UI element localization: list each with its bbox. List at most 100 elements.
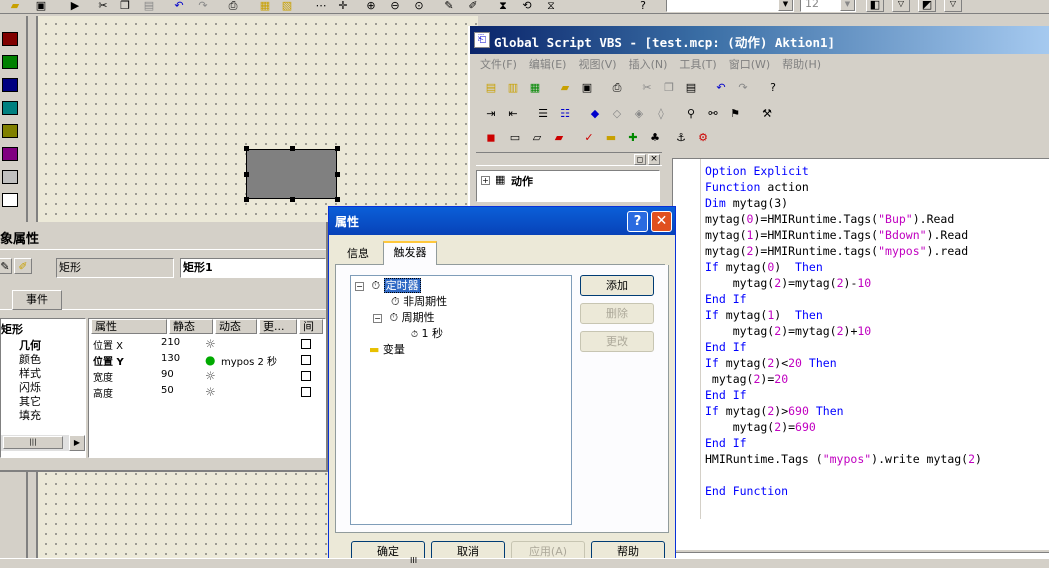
property-name[interactable]: 高度 — [93, 385, 113, 400]
cut-icon[interactable]: ✂ — [638, 79, 656, 95]
checkbox[interactable] — [301, 355, 311, 365]
menu-item[interactable]: 窗口(W) — [729, 56, 770, 74]
undo-icon[interactable]: ↶ — [170, 0, 188, 13]
code-line[interactable]: End If — [705, 291, 982, 307]
zoom-in-icon[interactable]: ⊕ — [362, 0, 380, 13]
code-line[interactable]: mytag(0)=HMIRuntime.Tags("Bup").Read — [705, 211, 982, 227]
panel-icon[interactable]: ▭ — [506, 129, 524, 145]
grid-icon[interactable]: ⋯ — [312, 0, 330, 13]
selection-handle[interactable] — [335, 197, 340, 202]
chevron-down-icon[interactable]: ▼ — [840, 0, 855, 11]
property-dynamic[interactable]: mypos 2 秒 — [221, 353, 277, 368]
open-icon[interactable]: ▰ — [6, 0, 24, 13]
selection-handle[interactable] — [290, 146, 295, 151]
context-help-icon[interactable]: ? — [764, 79, 782, 95]
code-line[interactable]: End If — [705, 339, 982, 355]
selection-handle[interactable] — [244, 197, 249, 202]
code-line[interactable]: mytag(2)=mytag(2)-10 — [705, 275, 982, 291]
color-swatch[interactable] — [2, 32, 18, 46]
property-name[interactable]: 位置 Y — [93, 353, 124, 368]
change-button[interactable]: 更改 — [580, 331, 654, 352]
layer2-icon[interactable]: ▧ — [278, 0, 296, 13]
property-name[interactable]: 位置 X — [93, 337, 123, 352]
code-line[interactable]: Option Explicit — [705, 163, 982, 179]
code-line[interactable]: mytag(2)=mytag(2)+10 — [705, 323, 982, 339]
pin-icon[interactable]: ✎ — [0, 258, 12, 274]
open-icon[interactable]: ▰ — [556, 79, 574, 95]
lightbulb-icon[interactable]: ☼ — [205, 385, 216, 399]
code-line[interactable]: mytag(2)=690 — [705, 419, 982, 435]
tag2-icon[interactable]: ▰ — [550, 129, 568, 145]
cut-icon[interactable]: ✂ — [94, 0, 112, 13]
dropdown-icon[interactable]: ▽ — [892, 0, 910, 12]
property-static[interactable]: 50 — [161, 385, 174, 396]
zoom-out-icon[interactable]: ⊖ — [386, 0, 404, 13]
code-line[interactable]: Function action — [705, 179, 982, 195]
menu-item[interactable]: 插入(N) — [629, 56, 668, 74]
code-line[interactable]: End Function — [705, 483, 982, 499]
font-name-combo[interactable]: ▼ — [666, 0, 794, 12]
layer-icon[interactable]: ▦ — [256, 0, 274, 13]
info-icon[interactable]: ▬ — [602, 129, 620, 145]
restore-icon[interactable]: ◻ — [634, 154, 646, 165]
help-icon[interactable]: ? — [634, 0, 652, 13]
new-action-icon[interactable]: ▥ — [504, 79, 522, 95]
bottom-scrollbar[interactable]: III — [0, 556, 1049, 568]
property-static[interactable]: 130 — [161, 353, 180, 364]
code-line[interactable]: Dim mytag(3) — [705, 195, 982, 211]
selection-handle[interactable] — [290, 197, 295, 202]
checkbox[interactable] — [301, 339, 311, 349]
menu-item[interactable]: 帮助(H) — [782, 56, 821, 74]
tree-item[interactable]: 填充 — [19, 407, 41, 423]
code-line[interactable]: mytag(1)=HMIRuntime.Tags("Bdown").Read — [705, 227, 982, 243]
tag-icon[interactable]: ▱ — [528, 129, 546, 145]
property-static[interactable]: 210 — [161, 337, 180, 348]
color-swatch[interactable] — [2, 170, 18, 184]
new-function-icon[interactable]: ▦ — [526, 79, 544, 95]
horizontal-scrollbar[interactable]: ||| ▶ — [1, 435, 85, 451]
delete-button[interactable]: 删除 — [580, 303, 654, 324]
flip-icon[interactable]: ⧖ — [542, 0, 560, 13]
zoom-fit-icon[interactable]: ⊙ — [410, 0, 428, 13]
print-icon[interactable]: ⎙ — [608, 79, 626, 95]
grid-header[interactable]: 间 — [299, 319, 323, 334]
code-line[interactable]: If mytag(2)<20 Then — [705, 355, 982, 371]
object-name-field[interactable]: 矩形1 — [180, 258, 326, 278]
save-icon[interactable]: ▣ — [578, 79, 596, 95]
code-line[interactable]: If mytag(2)>690 Then — [705, 403, 982, 419]
pen2-icon[interactable]: ✐ — [464, 0, 482, 13]
grid-header[interactable]: 动态 — [215, 319, 257, 334]
paste-icon[interactable]: ▤ — [140, 0, 158, 13]
tree-onesec-row[interactable]: ⏱ 1 秒 — [411, 326, 443, 342]
check-icon[interactable]: ✓ — [580, 129, 598, 145]
code-text[interactable]: Option Explicit Function action Dim mytag(… — [705, 163, 982, 499]
collapse-icon[interactable]: − — [355, 281, 364, 291]
code-editor[interactable]: Option Explicit Function action Dim mytag(… — [672, 158, 1049, 550]
tab-events[interactable]: 事件 — [12, 290, 62, 310]
property-static[interactable]: 90 — [161, 369, 174, 380]
tab-info[interactable]: 信息 — [337, 245, 379, 265]
scroll-marker[interactable]: III — [410, 556, 417, 565]
tree-timer[interactable]: 定时器 — [383, 278, 421, 293]
rotate-icon[interactable]: ⟲ — [518, 0, 536, 13]
color-swatch[interactable] — [2, 193, 18, 207]
expand-icon[interactable]: + — [481, 176, 490, 185]
lightbulb-icon[interactable]: ☼ — [205, 369, 216, 383]
tree-root[interactable]: 矩形 — [1, 321, 23, 337]
bookmark-clear-icon[interactable]: ◊ — [652, 105, 670, 121]
border-icon[interactable]: ◧ — [866, 0, 884, 12]
checkbox[interactable] — [301, 387, 311, 397]
code-line[interactable]: If mytag(1) Then — [705, 307, 982, 323]
run-icon[interactable]: ▶ — [66, 0, 84, 13]
dialog-help-icon[interactable]: ? — [627, 211, 648, 232]
font-size-combo[interactable]: 12 ▼ — [800, 0, 856, 12]
close-icon[interactable]: × — [648, 154, 660, 165]
dropdown-icon[interactable]: ▽ — [944, 0, 962, 12]
code-line[interactable]: End If — [705, 435, 982, 451]
dialog-close-icon[interactable]: ✕ — [651, 211, 672, 232]
code-line[interactable]: mytag(2)=20 — [705, 371, 982, 387]
tree-variable-row[interactable]: ▬ 变量 — [369, 342, 405, 358]
color-swatch[interactable] — [2, 55, 18, 69]
redo-icon[interactable]: ↷ — [734, 79, 752, 95]
code-line[interactable] — [705, 467, 982, 483]
